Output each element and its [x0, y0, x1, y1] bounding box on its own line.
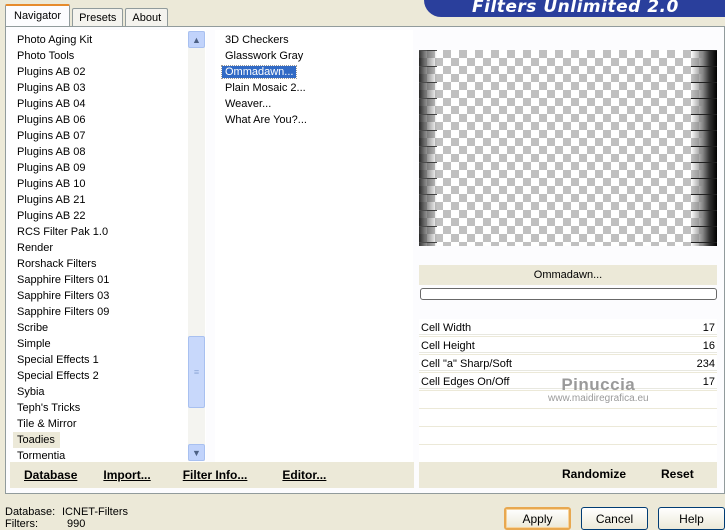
filters-count: 990: [67, 518, 86, 530]
param-row-empty: [419, 445, 717, 463]
tab-presets[interactable]: Presets: [72, 8, 124, 26]
cancel-button[interactable]: Cancel: [581, 507, 648, 530]
param-name: Cell Height: [421, 339, 475, 352]
category-list[interactable]: Photo Aging Kit Photo Tools Plugins AB 0…: [10, 30, 206, 462]
category-item[interactable]: Special Effects 2: [10, 368, 206, 384]
category-item[interactable]: Photo Tools: [10, 48, 206, 64]
category-item[interactable]: Teph's Tricks: [10, 400, 206, 416]
category-item-selected[interactable]: Toadies: [13, 432, 60, 448]
filters-label: Filters:: [5, 518, 38, 530]
category-item[interactable]: Tile & Mirror: [10, 416, 206, 432]
category-item[interactable]: Plugins AB 10: [10, 176, 206, 192]
filter-item-label: Ommadawn...: [220, 65, 298, 79]
param-row-empty: [419, 409, 717, 427]
filter-item-selected[interactable]: Ommadawn...: [215, 64, 413, 80]
filter-info-button[interactable]: Filter Info...: [183, 468, 248, 482]
category-item[interactable]: RCS Filter Pak 1.0: [10, 224, 206, 240]
category-item[interactable]: Sybia: [10, 384, 206, 400]
category-item[interactable]: Special Effects 1: [10, 352, 206, 368]
randomize-button[interactable]: Randomize: [562, 467, 626, 481]
tab-bar: Navigator Presets About: [5, 4, 170, 26]
category-item[interactable]: Plugins AB 07: [10, 128, 206, 144]
apply-button[interactable]: Apply: [504, 507, 571, 530]
tab-navigator[interactable]: Navigator: [5, 4, 71, 26]
category-item[interactable]: Photo Aging Kit: [10, 32, 206, 48]
scroll-thumb[interactable]: ≡: [188, 336, 205, 408]
param-row[interactable]: Cell Height 16: [419, 337, 717, 355]
scroll-down-icon[interactable]: ▼: [188, 444, 205, 461]
preview-edge-right: [691, 50, 717, 246]
reset-button[interactable]: Reset: [661, 467, 694, 481]
parameter-list: Cell Width 17 Cell Height 16 Cell "a" Shar…: [419, 319, 717, 463]
param-value: 17: [702, 375, 715, 388]
filter-item[interactable]: 3D Checkers: [215, 32, 413, 48]
category-item[interactable]: Plugins AB 08: [10, 144, 206, 160]
category-item[interactable]: Sapphire Filters 01: [10, 272, 206, 288]
preview-filter-name: Ommadawn...: [419, 265, 717, 285]
category-item[interactable]: Simple: [10, 336, 206, 352]
param-value: 17: [702, 321, 715, 334]
category-item[interactable]: Plugins AB 09: [10, 160, 206, 176]
category-item[interactable]: Plugins AB 02: [10, 64, 206, 80]
left-button-bar: Database Import... Filter Info... Editor…: [10, 462, 414, 488]
category-item[interactable]: Plugins AB 06: [10, 112, 206, 128]
category-item[interactable]: Sapphire Filters 09: [10, 304, 206, 320]
filter-item[interactable]: Weaver...: [215, 96, 413, 112]
app-title: Filters Unlimited 2.0: [472, 0, 679, 17]
category-item[interactable]: Rorshack Filters: [10, 256, 206, 272]
param-value: 16: [702, 339, 715, 352]
filter-item[interactable]: Plain Mosaic 2...: [215, 80, 413, 96]
editor-button[interactable]: Editor...: [282, 468, 326, 482]
category-scrollbar[interactable]: ▲ ≡ ▼: [188, 31, 205, 461]
param-name: Cell Width: [421, 321, 472, 334]
param-value: 234: [696, 357, 715, 370]
status-area: Database: ICNET-Filters Filters: 990: [5, 506, 128, 530]
tab-about[interactable]: About: [125, 8, 169, 26]
category-item[interactable]: Render: [10, 240, 206, 256]
param-row-empty: [419, 427, 717, 445]
help-button[interactable]: Help: [658, 507, 725, 530]
progress-bar: [420, 288, 717, 300]
category-item[interactable]: Plugins AB 21: [10, 192, 206, 208]
param-row-empty: [419, 391, 717, 409]
preview-image[interactable]: [419, 50, 717, 246]
right-button-bar: Randomize Reset: [419, 462, 717, 488]
category-item[interactable]: Scribe: [10, 320, 206, 336]
param-row[interactable]: Cell "a" Sharp/Soft 234: [419, 355, 717, 373]
preview-edge-left: [419, 50, 437, 246]
import-button[interactable]: Import...: [103, 468, 150, 482]
category-item[interactable]: Plugins AB 03: [10, 80, 206, 96]
param-row[interactable]: Cell Edges On/Off 17: [419, 373, 717, 391]
database-value: ICNET-Filters: [62, 506, 128, 518]
category-item[interactable]: Sapphire Filters 03: [10, 288, 206, 304]
filter-item[interactable]: Glasswork Gray: [215, 48, 413, 64]
param-row[interactable]: Cell Width 17: [419, 319, 717, 337]
title-banner: Filters Unlimited 2.0: [424, 0, 725, 17]
database-button[interactable]: Database: [24, 468, 77, 482]
category-item[interactable]: Plugins AB 04: [10, 96, 206, 112]
database-label: Database:: [5, 506, 56, 518]
category-item[interactable]: Tormentia: [10, 448, 206, 462]
scroll-up-icon[interactable]: ▲: [188, 31, 205, 48]
filter-item[interactable]: What Are You?...: [215, 112, 413, 128]
category-item[interactable]: Plugins AB 22: [10, 208, 206, 224]
param-name: Cell "a" Sharp/Soft: [421, 357, 512, 370]
filter-list[interactable]: 3D Checkers Glasswork Gray Ommadawn... P…: [215, 30, 413, 462]
param-name: Cell Edges On/Off: [421, 375, 510, 388]
